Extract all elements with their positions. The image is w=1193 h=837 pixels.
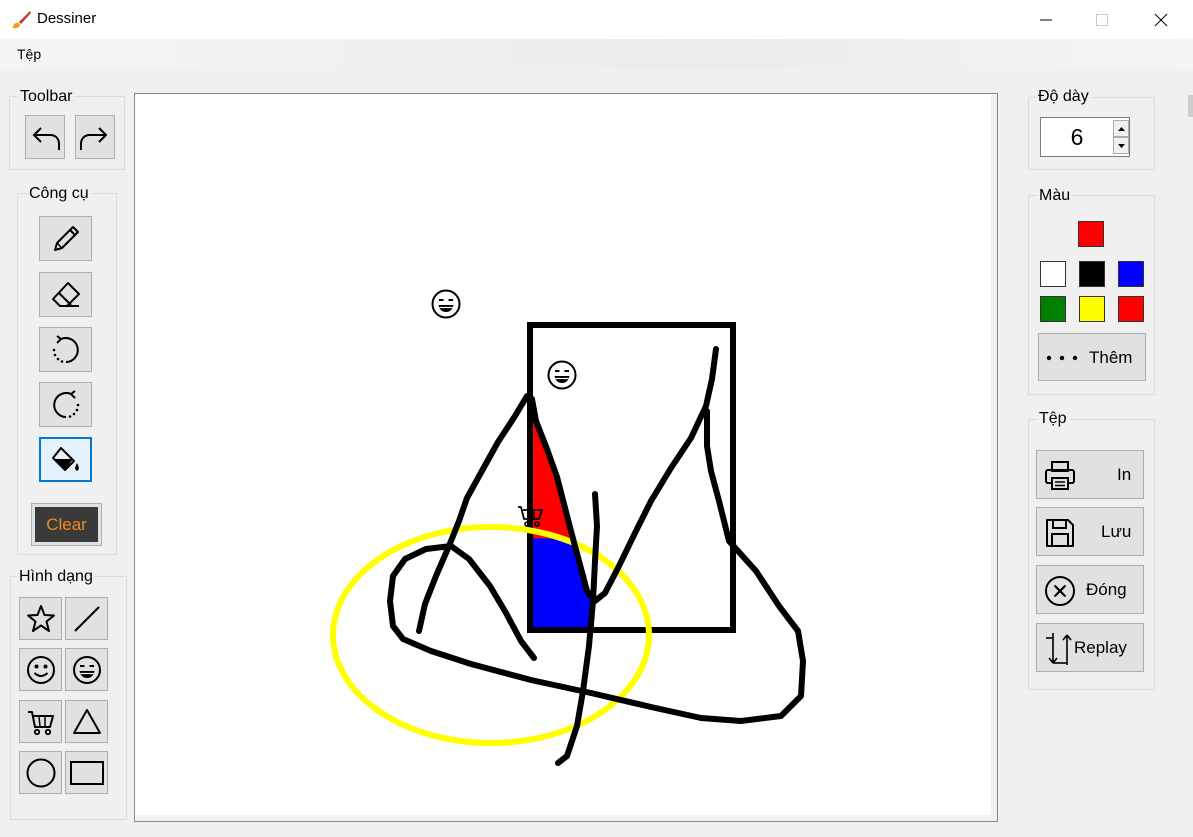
pencil-tool-button[interactable] (39, 216, 92, 261)
title-bar (0, 0, 1193, 39)
replay-button[interactable]: Replay (1036, 623, 1144, 672)
replay-arrows-icon (1046, 633, 1072, 665)
close-icon (1154, 13, 1168, 26)
rectangle-shape-button[interactable] (65, 751, 108, 794)
close-window-button[interactable] (1138, 0, 1184, 39)
thickness-stepper[interactable]: 6 (1040, 117, 1130, 157)
replay-label: Replay (1074, 638, 1127, 657)
paintbrush-app-icon (13, 11, 31, 29)
more-dots-icon (1046, 355, 1078, 361)
grin-icon (72, 655, 101, 684)
smiley-icon (26, 655, 55, 684)
maximize-button (1079, 0, 1125, 39)
color-swatch-red[interactable] (1118, 296, 1144, 322)
eraser-icon (51, 281, 80, 307)
undo-button[interactable] (25, 115, 65, 159)
thickness-group-title: Độ dày (1036, 88, 1091, 106)
thickness-up-button[interactable] (1113, 120, 1129, 137)
rotate-left-tool-button[interactable] (39, 327, 92, 372)
redo-arrow-icon (80, 127, 108, 150)
triangle-icon (72, 708, 101, 734)
arrow-down-icon (1117, 143, 1125, 148)
print-button[interactable]: In (1036, 450, 1144, 499)
printer-icon (1045, 461, 1075, 490)
color-swatch-black[interactable] (1079, 261, 1105, 287)
rectangle-icon (69, 760, 104, 785)
save-button[interactable]: Lưu (1036, 507, 1144, 556)
print-label: In (1117, 465, 1132, 484)
arrow-up-icon (1117, 126, 1125, 131)
maximize-icon (1096, 13, 1108, 26)
menu-bar (0, 39, 1193, 69)
tools-group-title: Công cụ (27, 185, 91, 203)
rotate-right-tool-button[interactable] (39, 382, 92, 427)
close-file-label: Đóng (1086, 580, 1127, 599)
line-shape-button[interactable] (65, 597, 108, 640)
toolbar-group-title: Toolbar (18, 88, 75, 106)
grin-stamp (547, 360, 577, 390)
minimize-icon (1040, 19, 1052, 20)
pencil-icon (53, 225, 79, 251)
close-circle-icon (1045, 576, 1075, 606)
window-title: Dessiner (37, 10, 97, 27)
close-file-button[interactable]: Đóng (1036, 565, 1144, 614)
save-floppy-icon (1046, 519, 1074, 547)
star-shape-button[interactable] (19, 597, 62, 640)
clear-button[interactable]: Clear (31, 503, 102, 546)
drawing-surface (330, 289, 806, 766)
cart-shape-button[interactable] (19, 700, 62, 743)
minimize-button[interactable] (1023, 0, 1069, 39)
current-color-swatch (1078, 221, 1104, 247)
redo-button[interactable] (75, 115, 115, 159)
thickness-value[interactable]: 6 (1041, 124, 1113, 151)
circle-icon (26, 758, 55, 787)
color-swatch-white[interactable] (1040, 261, 1066, 287)
thickness-down-button[interactable] (1113, 137, 1129, 154)
circle-shape-button[interactable] (19, 751, 62, 794)
color-swatch-yellow[interactable] (1079, 296, 1105, 322)
color-swatch-green[interactable] (1040, 296, 1066, 322)
drawn-ellipse (330, 524, 652, 746)
menu-file[interactable]: Tệp (17, 46, 41, 62)
rotate-right-icon (52, 389, 79, 418)
cart-icon (27, 710, 54, 735)
color-group-title: Màu (1037, 187, 1073, 205)
drawing-canvas[interactable] (134, 93, 998, 822)
freehand-stroke (416, 393, 530, 634)
fill-bucket-tool-button[interactable] (39, 437, 92, 482)
file-group-title: Tệp (1037, 410, 1069, 428)
smiley-shape-button[interactable] (19, 648, 62, 691)
clear-button-label: Clear (46, 514, 87, 534)
shapes-group-title: Hình dạng (17, 568, 95, 586)
save-label: Lưu (1101, 522, 1132, 541)
grin-stamp (431, 289, 461, 319)
triangle-shape-button[interactable] (65, 700, 108, 743)
undo-arrow-icon (32, 127, 60, 150)
star-icon (26, 604, 55, 632)
grin-shape-button[interactable] (65, 648, 108, 691)
rotate-left-icon (52, 334, 79, 363)
line-icon (73, 605, 100, 632)
more-colors-label: Thêm (1089, 348, 1133, 367)
fill-bucket-icon (51, 446, 79, 471)
eraser-tool-button[interactable] (39, 272, 92, 317)
window-edge (1188, 95, 1193, 117)
color-swatch-blue[interactable] (1118, 261, 1144, 287)
more-colors-button[interactable]: Thêm (1038, 333, 1146, 381)
